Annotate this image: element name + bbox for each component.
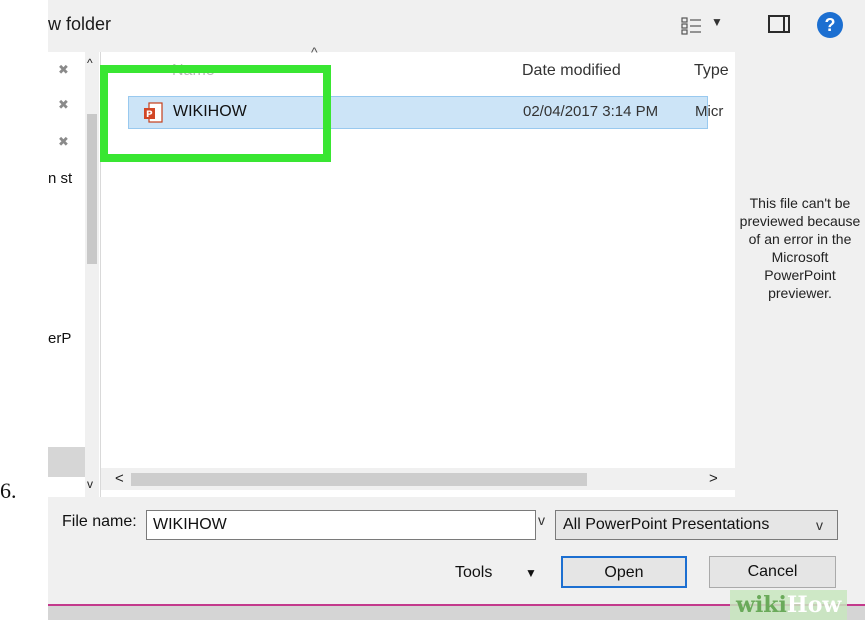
file-type-select[interactable]: All PowerPoint Presentations v [555, 510, 838, 540]
pin-icon[interactable]: ✖ [58, 62, 69, 78]
horizontal-scroll-thumb[interactable] [131, 473, 587, 486]
file-type: Micr [695, 103, 724, 120]
nav-selected-block[interactable] [48, 447, 85, 477]
column-header-date[interactable]: Date modified [522, 62, 621, 80]
highlight-box [100, 65, 331, 162]
help-icon[interactable]: ? [817, 12, 843, 38]
pin-icon[interactable]: ✖ [58, 97, 69, 113]
new-folder-button[interactable]: w folder [48, 14, 111, 35]
horizontal-scrollbar[interactable]: < > [101, 468, 735, 490]
scroll-left-icon[interactable]: < [115, 470, 124, 487]
scroll-down-icon[interactable]: v [87, 477, 93, 491]
wikihow-watermark: wikiHow [730, 590, 848, 620]
file-name-label: File name: [62, 513, 137, 530]
sort-ascending-icon: ^ [311, 44, 318, 60]
scroll-right-icon[interactable]: > [709, 470, 718, 487]
tools-menu[interactable]: Tools [455, 564, 492, 582]
file-date: 02/04/2017 3:14 PM [523, 103, 659, 120]
scroll-up-icon[interactable]: ^ [87, 56, 93, 70]
open-button[interactable]: Open [561, 556, 687, 588]
file-type-value: All PowerPoint Presentations [563, 516, 770, 533]
nav-item-label[interactable]: n st [48, 170, 72, 187]
navigation-pane: ✖ ✖ ✖ n st erP ^ v [48, 52, 101, 497]
step-number: 6. [0, 478, 17, 503]
view-options-icon[interactable] [681, 15, 703, 37]
preview-message: This file can't be previewed because of … [739, 195, 861, 301]
file-name-input[interactable]: WIKIHOW [146, 510, 536, 540]
nav-scrollbar[interactable]: ^ v [85, 52, 99, 497]
preview-pane: This file can't be previewed because of … [735, 52, 865, 497]
nav-item-label[interactable]: erP [48, 330, 71, 347]
command-bar: w folder ▼ ? [48, 0, 865, 52]
nav-scroll-thumb[interactable] [87, 114, 97, 264]
view-dropdown-caret-icon[interactable]: ▼ [711, 15, 723, 29]
file-name-history-caret-icon[interactable]: v [538, 512, 545, 528]
column-header-type[interactable]: Type [694, 62, 729, 80]
cancel-button[interactable]: Cancel [709, 556, 836, 588]
tools-caret-icon[interactable]: ▼ [525, 566, 537, 580]
open-file-dialog: w folder ▼ ? ✖ ✖ ✖ n st erP ^ v ^ Name D… [48, 0, 865, 620]
chevron-down-icon: v [816, 517, 823, 533]
file-name-value: WIKIHOW [153, 516, 227, 533]
preview-pane-icon[interactable] [768, 15, 790, 33]
pin-icon[interactable]: ✖ [58, 134, 69, 150]
